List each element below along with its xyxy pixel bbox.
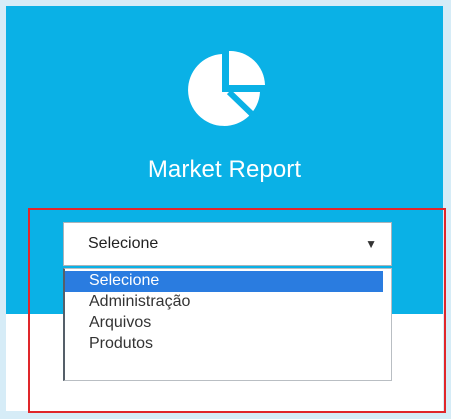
option-produtos[interactable]: Produtos	[65, 334, 391, 355]
option-administracao[interactable]: Administração	[65, 292, 391, 313]
select-current-value: Selecione	[88, 235, 159, 252]
pie-chart-icon	[187, 50, 265, 129]
page-title: Market Report	[147, 156, 302, 183]
category-select[interactable]: Selecione ▼	[63, 222, 392, 266]
chevron-down-icon[interactable]: ▼	[365, 237, 377, 251]
option-selecione[interactable]: Selecione	[65, 271, 383, 292]
option-arquivos[interactable]: Arquivos	[65, 313, 391, 334]
page: Market Report Selecione ▼ Selecione Admi…	[0, 0, 451, 419]
select-dropdown-list[interactable]: Selecione Administração Arquivos Produto…	[63, 268, 392, 381]
